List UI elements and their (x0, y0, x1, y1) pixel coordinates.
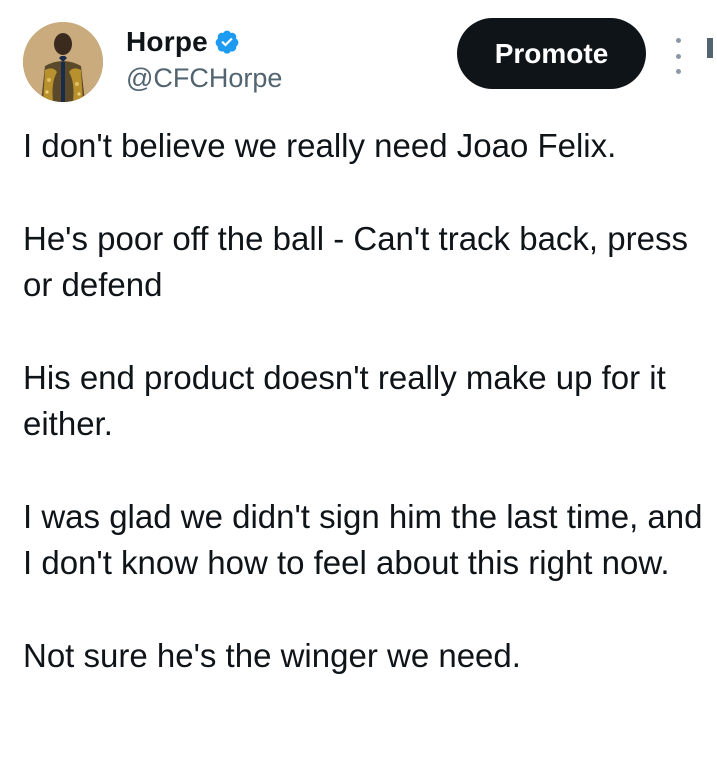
more-dot (675, 38, 681, 43)
more-vertical-icon[interactable] (666, 38, 690, 74)
author-handle[interactable]: @CFCHorpe (126, 63, 282, 94)
tweet-paragraph: Not sure he's the winger we need. (23, 637, 521, 674)
tweet-paragraph: I was glad we didn't sign him the last t… (23, 498, 703, 581)
more-dot (675, 69, 681, 74)
avatar[interactable] (23, 22, 103, 102)
author-display-name[interactable]: Horpe (126, 26, 208, 58)
tweet-paragraph: I don't believe we really need Joao Feli… (23, 127, 617, 164)
tweet-text: I don't believe we really need Joao Feli… (23, 123, 703, 679)
tweet-paragraph: He's poor off the ball - Can't track bac… (23, 220, 688, 303)
promote-button[interactable]: Promote (457, 18, 646, 89)
verified-badge-icon (214, 29, 240, 55)
more-dot (675, 53, 681, 59)
scroll-edge-indicator (707, 38, 713, 58)
tweet: Horpe @CFCHorpe Promote I don't believe … (0, 0, 717, 761)
author-name-row: Horpe (126, 25, 240, 59)
tweet-paragraph: His end product doesn't really make up f… (23, 359, 666, 442)
